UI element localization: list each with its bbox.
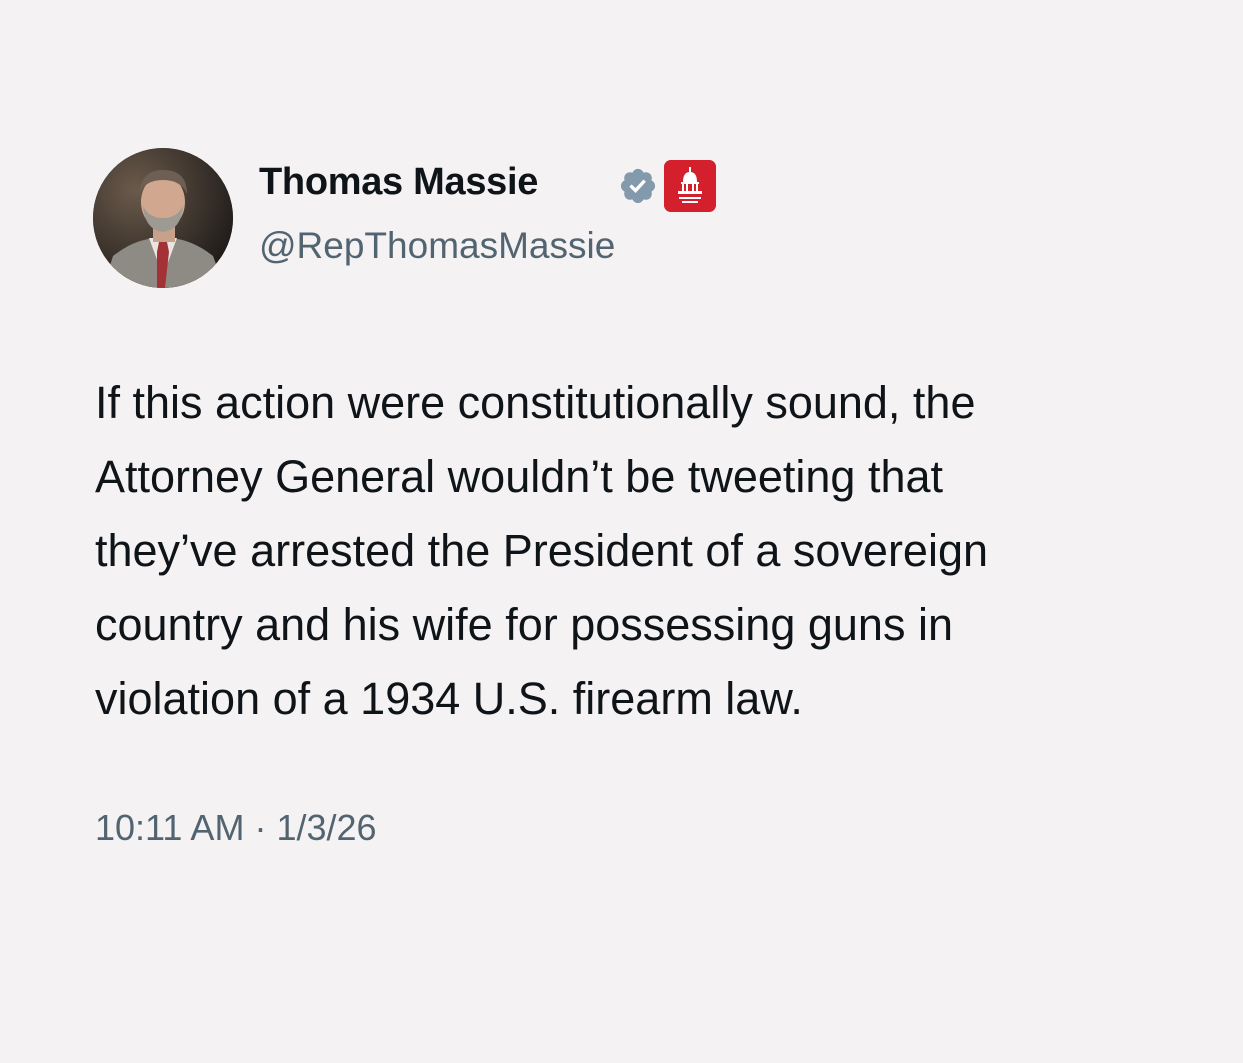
tweet-text-line: country and his wife for possessing guns… (95, 599, 953, 650)
us-capitol-badge-icon (664, 160, 716, 212)
avatar[interactable] (93, 148, 233, 288)
tweet-timestamp[interactable]: 10:11 AM · 1/3/26 (95, 806, 377, 849)
author-name[interactable]: Thomas Massie (259, 161, 538, 204)
verified-badge-icon (620, 168, 656, 204)
tweet-text-line: violation of a 1934 U.S. firearm law. (95, 673, 803, 724)
tweet-date: 1/3/26 (276, 807, 377, 848)
tweet-card: Thomas Massie @RepThomasMassie If this a… (0, 0, 1243, 1063)
avatar-photo (93, 148, 233, 288)
tweet-text-line: If this action were constitutionally sou… (95, 377, 976, 428)
tweet-text: If this action were constitutionally sou… (95, 366, 1185, 736)
tweet-text-line: Attorney General wouldn’t be tweeting th… (95, 451, 944, 502)
author-handle[interactable]: @RepThomasMassie (259, 225, 615, 267)
tweet-text-line: they’ve arrested the President of a sove… (95, 525, 989, 576)
tweet-time: 10:11 AM (95, 807, 245, 848)
meta-separator: · (254, 807, 267, 848)
